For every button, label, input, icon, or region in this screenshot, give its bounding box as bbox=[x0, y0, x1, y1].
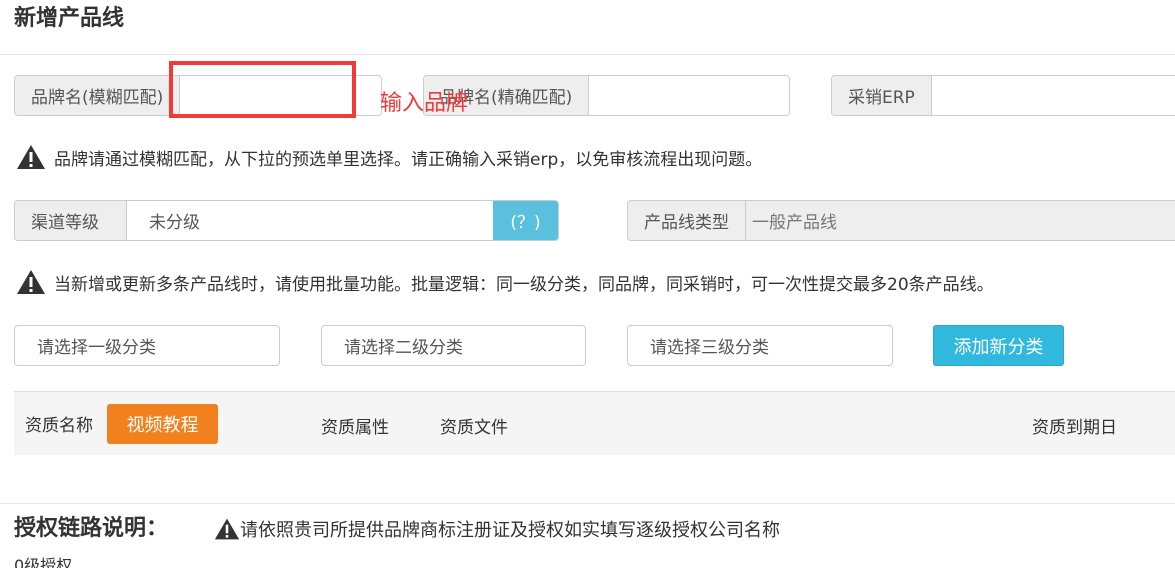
annotation-highlight-box bbox=[169, 61, 356, 118]
product-line-type-group: 产品线类型 一般产品线 bbox=[627, 200, 1175, 241]
purchase-erp-label: 采销ERP bbox=[832, 76, 932, 115]
batch-notice: 当新增或更新多条产品线时，请使用批量功能。批量逻辑：同一级分类，同品牌，同采销时… bbox=[16, 269, 994, 295]
brand-notice: 品牌请通过模糊匹配，从下拉的预选单里选择。请正确输入采销erp，以免审核流程出现… bbox=[16, 144, 762, 170]
category-level2-select[interactable]: 请选择二级分类 bbox=[321, 325, 586, 366]
qualification-expiry-header: 资质到期日 bbox=[1032, 418, 1117, 438]
category-level3-select[interactable]: 请选择三级分类 bbox=[627, 325, 893, 366]
page-title: 新增产品线 bbox=[14, 6, 125, 31]
product-line-type-value: 一般产品线 bbox=[746, 201, 1175, 240]
channel-level-value[interactable]: 未分级 bbox=[127, 201, 493, 240]
auth-chain-title: 授权链路说明： bbox=[14, 516, 169, 541]
channel-level-group: 渠道等级 未分级 (？) bbox=[14, 200, 559, 241]
qualification-file-header: 资质文件 bbox=[440, 418, 508, 438]
qualification-attribute-header: 资质属性 bbox=[321, 418, 389, 438]
channel-level-label: 渠道等级 bbox=[15, 201, 127, 240]
category-level1-select[interactable]: 请选择一级分类 bbox=[14, 325, 280, 366]
header-divider bbox=[0, 54, 1175, 55]
annotation-text: 输入品牌 bbox=[380, 91, 469, 116]
auth-chain-note: 请依照贵司所提供品牌商标注册证及授权如实填写逐级授权公司名称 bbox=[214, 516, 780, 542]
auth-level-label: 0级授权 bbox=[14, 556, 73, 568]
auth-chain-note-text: 请依照贵司所提供品牌商标注册证及授权如实填写逐级授权公司名称 bbox=[240, 520, 780, 541]
warning-icon bbox=[17, 270, 45, 294]
warning-icon bbox=[17, 145, 45, 169]
brand-exact-group: 品牌名(精确匹配) bbox=[423, 75, 790, 116]
brand-notice-text: 品牌请通过模糊匹配，从下拉的预选单里选择。请正确输入采销erp，以免审核流程出现… bbox=[54, 149, 763, 170]
section-divider bbox=[0, 503, 1175, 504]
qualification-name-header: 资质名称 bbox=[25, 416, 93, 436]
brand-exact-input[interactable] bbox=[589, 76, 789, 115]
product-line-type-label: 产品线类型 bbox=[628, 201, 746, 240]
brand-fuzzy-label: 品牌名(模糊匹配) bbox=[15, 76, 181, 115]
channel-help-button[interactable]: (？) bbox=[493, 201, 558, 240]
purchase-erp-group: 采销ERP bbox=[831, 75, 1175, 116]
batch-notice-text: 当新增或更新多条产品线时，请使用批量功能。批量逻辑：同一级分类，同品牌，同采销时… bbox=[54, 274, 994, 295]
warning-icon bbox=[214, 518, 240, 540]
video-tutorial-button[interactable]: 视频教程 bbox=[107, 404, 218, 444]
purchase-erp-input[interactable] bbox=[931, 76, 1175, 115]
add-category-button[interactable]: 添加新分类 bbox=[933, 325, 1064, 366]
